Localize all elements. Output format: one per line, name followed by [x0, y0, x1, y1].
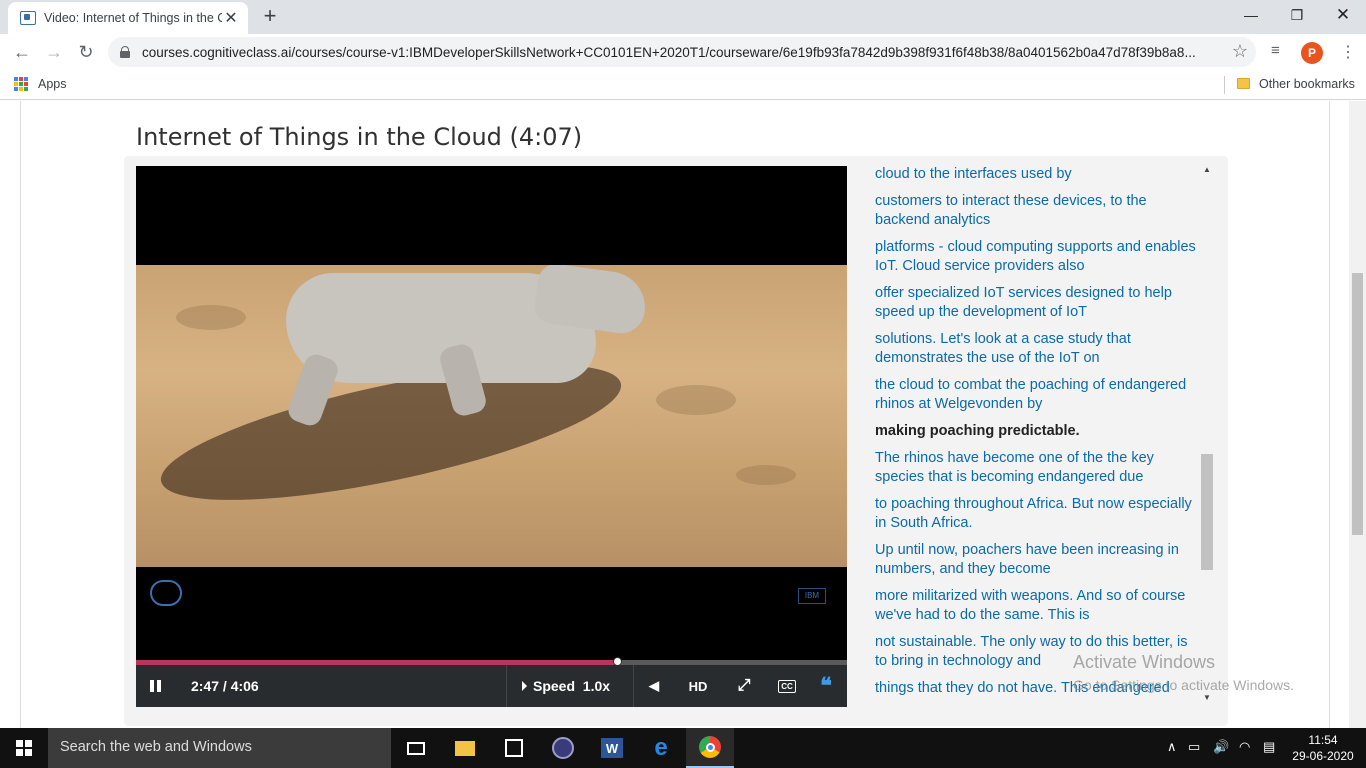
menu-dots-icon[interactable]: ⋮ [1340, 42, 1356, 62]
clock[interactable]: 11:54 29-06-2020 [1290, 732, 1356, 764]
control-separator [506, 665, 507, 707]
transcript-line[interactable]: solutions. Let's look at a case study th… [875, 330, 1200, 368]
new-tab-button[interactable]: + [256, 5, 284, 29]
volume-icon[interactable]: ◀ [634, 665, 674, 707]
video-frame[interactable] [136, 265, 847, 567]
taskbar-search-input[interactable]: Search the web and Windows [48, 728, 391, 768]
tab-close-icon[interactable]: ✕ [222, 8, 240, 28]
restore-button[interactable]: ❐ [1274, 0, 1320, 30]
transcript-line[interactable]: platforms - cloud computing supports and… [875, 238, 1200, 276]
bookmark-star-icon[interactable]: ☆ [1232, 41, 1248, 62]
transcript-line[interactable]: more militarized with weapons. And so of… [875, 587, 1200, 625]
page-scroll-thumb[interactable] [1352, 273, 1363, 535]
ibm-logo-icon: IBM [798, 588, 826, 604]
profile-avatar[interactable]: P [1301, 42, 1323, 64]
watermark-title: Activate Windows [1073, 652, 1216, 672]
speed-button[interactable]: Speed 1.0x [522, 678, 610, 694]
transcript-scrollbar[interactable]: ▲ ▼ [1200, 163, 1214, 707]
tab-strip: Video: Internet of Things in the C ✕ + —… [0, 0, 1366, 34]
browser-toolbar: ← → ↻ courses.cognitiveclass.ai/courses/… [0, 34, 1366, 70]
reload-icon[interactable]: ↻ [73, 39, 99, 65]
notifications-icon[interactable]: ▤ [1263, 739, 1275, 755]
close-window-button[interactable]: ✕ [1320, 0, 1366, 30]
apps-grid-icon[interactable] [14, 77, 28, 91]
browser-tab[interactable]: Video: Internet of Things in the C ✕ [8, 2, 248, 34]
scroll-up-icon[interactable]: ▲ [1203, 165, 1211, 174]
task-view-icon[interactable] [392, 728, 440, 768]
other-bookmarks[interactable]: Other bookmarks [1259, 77, 1355, 91]
cc-button[interactable]: CC [769, 665, 805, 707]
video-player[interactable]: IBM 2:47 / 4:06 Speed 1.0x ◀ HD ⤢ CC ❝ [136, 166, 847, 707]
media-control-icon[interactable]: ≡ [1271, 42, 1280, 59]
page-title: Internet of Things in the Cloud (4:07) [136, 123, 583, 151]
show-hidden-icons[interactable]: ∧ [1167, 739, 1177, 755]
transcript-line[interactable]: Up until now, poachers have been increas… [875, 541, 1200, 579]
transcript-toggle-icon[interactable]: ❝ [808, 665, 844, 707]
windows-start-icon[interactable] [16, 740, 32, 756]
store-icon[interactable] [490, 728, 538, 768]
transcript-line[interactable]: making poaching predictable. [875, 422, 1200, 441]
transcript-line[interactable]: The rhinos have become one of the the ke… [875, 449, 1200, 487]
url-text[interactable]: courses.cognitiveclass.ai/courses/course… [142, 45, 1222, 60]
apps-bookmark[interactable]: Apps [38, 77, 67, 91]
wifi-icon[interactable]: ◠ [1239, 739, 1250, 755]
transcript-line[interactable]: customers to interact these devices, to … [875, 192, 1200, 230]
hd-button[interactable]: HD [677, 665, 719, 707]
address-bar[interactable]: courses.cognitiveclass.ai/courses/course… [108, 37, 1256, 67]
fullscreen-icon[interactable]: ⤢ [726, 665, 762, 707]
file-explorer-icon[interactable] [441, 728, 489, 768]
cloud-logo-icon [150, 580, 182, 606]
speed-arrow-icon [522, 681, 527, 691]
speed-label: Speed [533, 678, 576, 694]
word-icon[interactable]: W [588, 728, 636, 768]
windows-taskbar: Search the web and Windows W e ∧ ▭ 🔊 ◠ ▤… [0, 728, 1366, 768]
page-content: Internet of Things in the Cloud (4:07) I… [0, 101, 1366, 728]
clock-time: 11:54 [1308, 733, 1338, 747]
eclipse-icon[interactable] [539, 728, 587, 768]
battery-icon[interactable]: ▭ [1188, 739, 1200, 755]
folder-icon[interactable] [1237, 78, 1250, 89]
lock-icon[interactable] [120, 46, 130, 58]
volume-icon[interactable]: 🔊 [1213, 739, 1229, 755]
forward-icon[interactable]: → [41, 39, 67, 65]
site-favicon-icon [20, 11, 36, 25]
ground-texture [736, 465, 796, 485]
video-controls: 2:47 / 4:06 Speed 1.0x ◀ HD ⤢ CC ❝ [136, 665, 847, 707]
back-icon[interactable]: ← [9, 39, 35, 65]
ground-texture [656, 385, 736, 415]
transcript-line[interactable]: the cloud to combat the poaching of enda… [875, 376, 1200, 414]
speed-value: 1.0x [582, 678, 611, 694]
clock-date: 29-06-2020 [1292, 749, 1354, 763]
bookmarks-bar: Apps Other bookmarks [0, 70, 1366, 100]
transcript-panel[interactable]: cloud to the interfaces used by customers… [862, 156, 1200, 703]
scroll-down-icon[interactable]: ▼ [1203, 693, 1211, 702]
tab-title: Video: Internet of Things in the C [44, 11, 222, 25]
ground-texture [176, 305, 246, 330]
cc-label: CC [778, 679, 796, 693]
transcript-line[interactable]: cloud to the interfaces used by [875, 165, 1200, 184]
minimize-button[interactable]: — [1228, 0, 1274, 30]
activate-windows-watermark: Activate Windows Go to Settings to activ… [1073, 652, 1294, 693]
transcript-line[interactable]: offer specialized IoT services designed … [875, 284, 1200, 322]
transcript-scroll-thumb[interactable] [1201, 454, 1213, 570]
bookmark-separator [1224, 76, 1225, 94]
video-time: 2:47 / 4:06 [191, 678, 259, 694]
edge-icon[interactable]: e [637, 728, 685, 768]
pause-icon[interactable] [150, 680, 162, 692]
transcript-line[interactable]: to poaching throughout Africa. But now e… [875, 495, 1200, 533]
watermark-subtitle: Go to Settings to activate Windows. [1073, 677, 1294, 693]
chrome-icon[interactable] [686, 728, 734, 768]
